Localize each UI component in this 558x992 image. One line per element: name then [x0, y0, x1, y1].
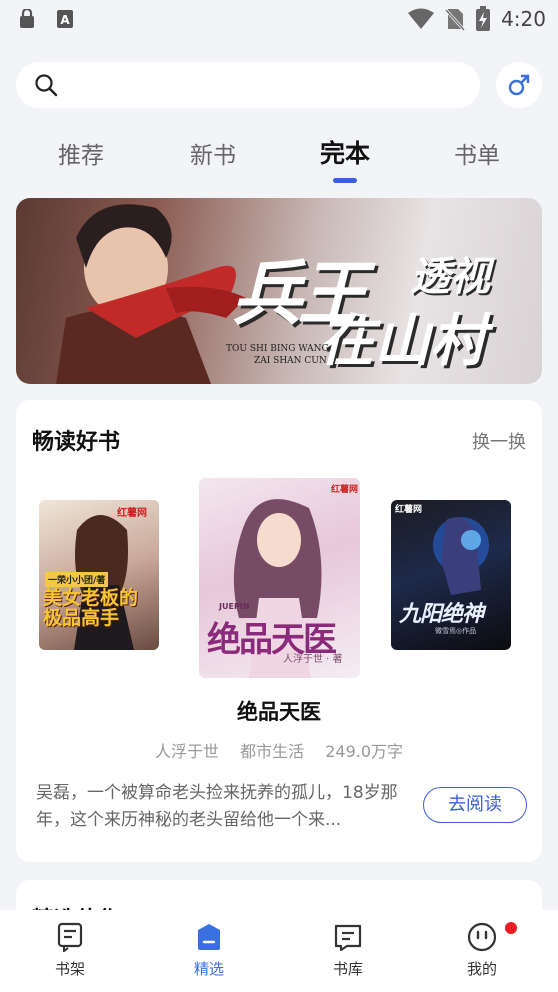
- book-cover-featured[interactable]: 红薯网 JUEPIN 绝品天医 人浮于世 · 著: [199, 478, 360, 678]
- svg-text:A: A: [60, 13, 70, 27]
- banner-title-second: 在山村: [318, 309, 486, 374]
- book-genre: 都市生活: [240, 742, 305, 761]
- featured-book-meta: 人浮于世 都市生活 249.0万字: [16, 738, 542, 762]
- tab-completed[interactable]: 完本: [300, 134, 390, 170]
- book-author: 人浮于世: [154, 742, 219, 761]
- tab-new-books[interactable]: 新书: [168, 136, 258, 170]
- banner-pinyin-line1: TOU SHI BING WANG: [226, 344, 329, 354]
- bottom-navigation: 书架 精选 书库 我的: [0, 910, 558, 992]
- refresh-button[interactable]: 换一换: [472, 428, 526, 454]
- category-tabs: 推荐 新书 完本 书单: [0, 128, 558, 184]
- bookshelf-icon: [57, 922, 83, 952]
- lock-app-icon: [20, 9, 34, 28]
- cover-featured-publisher: 红薯网: [331, 485, 359, 495]
- active-tab-indicator: [333, 178, 357, 183]
- banner-pinyin-line2: ZAI SHAN CUN: [254, 356, 327, 366]
- search-input[interactable]: [16, 62, 480, 108]
- no-sim-icon: [445, 8, 466, 31]
- nav-bookshelf[interactable]: 书架: [30, 922, 110, 979]
- nav-label-bookshelf: 书架: [54, 960, 85, 978]
- notification-badge: [505, 922, 517, 934]
- cover-left-title: 美女老板的极品高手: [43, 587, 139, 629]
- section-title: 畅读好书: [32, 430, 121, 455]
- cover-featured-author: 人浮于世 · 著: [283, 654, 343, 665]
- book-cover-right[interactable]: 红薯网 九阳绝神 微雪焉◎作品: [391, 500, 511, 650]
- nav-featured[interactable]: 精选: [169, 922, 249, 979]
- status-bar: A 4:20: [0, 0, 558, 38]
- cover-right-author: 微雪焉◎作品: [435, 627, 477, 635]
- font-app-icon: A: [57, 10, 73, 28]
- gender-toggle-button[interactable]: [496, 62, 542, 108]
- read-button[interactable]: 去阅读: [423, 787, 527, 823]
- search-icon: [35, 74, 58, 97]
- cover-right-publisher: 红薯网: [395, 505, 423, 515]
- clock: 4:20: [501, 7, 546, 31]
- library-icon: [334, 924, 362, 952]
- featured-book-name[interactable]: 绝品天医: [16, 696, 542, 726]
- book-word-count: 249.0万字: [325, 742, 404, 761]
- tab-booklists[interactable]: 书单: [432, 136, 522, 170]
- profile-icon: [467, 922, 497, 952]
- featured-icon: [198, 924, 220, 950]
- book-description: 吴磊，一个被算命老头捡来抚养的孤儿，18岁那年，这个来历神秘的老头留给他一个来.…: [36, 783, 398, 830]
- battery-charging-icon: [476, 6, 491, 31]
- cover-left-publisher: 红薯网: [117, 508, 147, 519]
- male-icon: [508, 74, 530, 96]
- promo-banner[interactable]: 兵王 透视 在山村 TOU SHI BING WANG ZAI SHAN CUN: [16, 198, 542, 384]
- wifi-icon: [408, 8, 435, 29]
- book-cover-left[interactable]: 红薯网 一荣小小团/著 美女老板的极品高手: [39, 500, 159, 650]
- nav-label-library: 书库: [332, 960, 363, 978]
- cover-right-title: 九阳绝神: [399, 602, 484, 627]
- good-books-card: 畅读好书 换一换 红薯网 一荣小小团/著 美女老板的极品高手 红薯网 JUEPI…: [16, 400, 542, 862]
- cover-featured-pinyin: JUEPIN: [219, 602, 250, 611]
- tab-recommend[interactable]: 推荐: [36, 136, 126, 170]
- nav-label-featured: 精选: [193, 960, 224, 978]
- banner-title-sub: 透视: [410, 254, 490, 300]
- nav-library[interactable]: 书库: [308, 922, 388, 979]
- nav-label-profile: 我的: [466, 960, 497, 978]
- cover-left-author: 一荣小小团/著: [45, 572, 109, 587]
